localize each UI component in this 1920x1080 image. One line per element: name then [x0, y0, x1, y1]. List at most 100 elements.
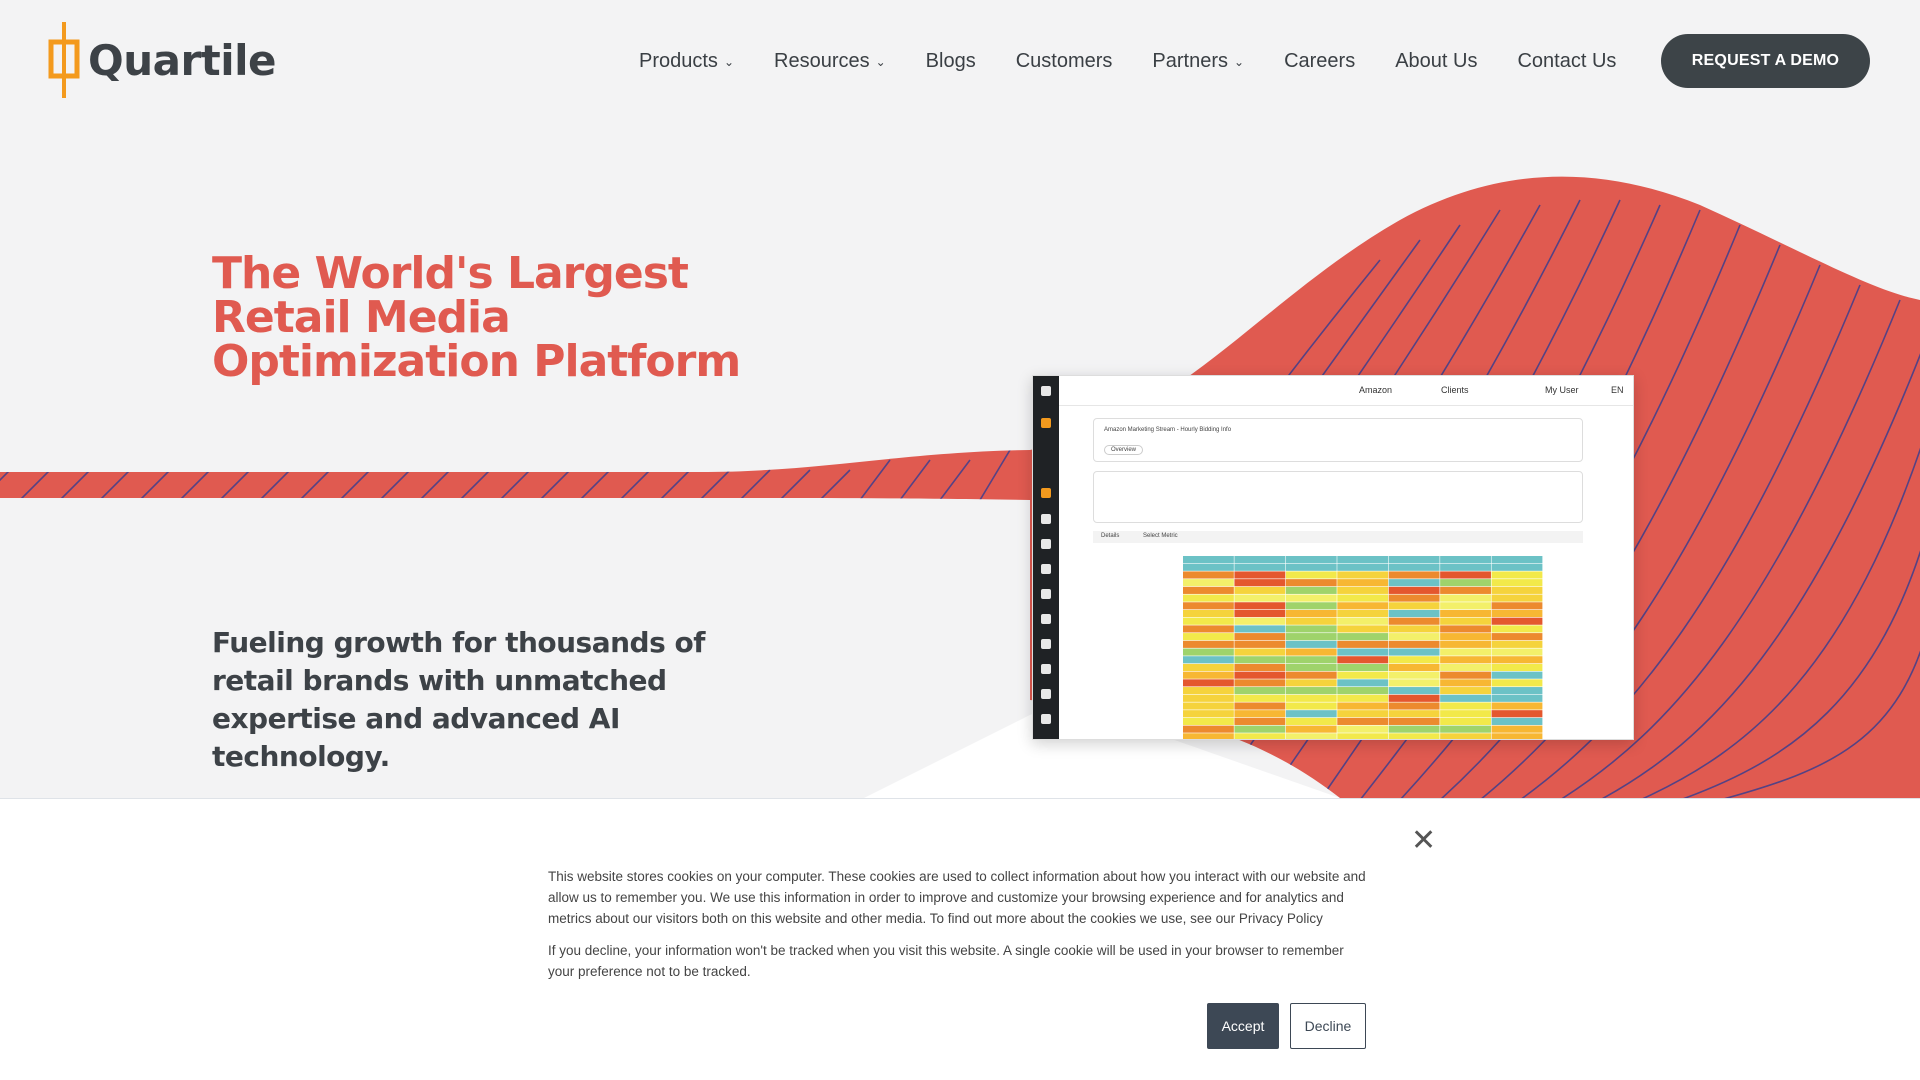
- heatmap-cell: [1183, 556, 1234, 564]
- heatmap-cell: [1234, 663, 1286, 672]
- quartile-logo-icon: [48, 22, 80, 98]
- heatmap-cell: [1285, 571, 1337, 579]
- nav-contact-us[interactable]: Contact Us: [1517, 50, 1616, 73]
- heatmap-cell: [1285, 633, 1337, 641]
- heatmap-cell: [1440, 556, 1491, 564]
- decline-button[interactable]: Decline: [1290, 1003, 1366, 1049]
- heatmap-cell: [1183, 633, 1234, 641]
- heatmap-cell: [1234, 571, 1286, 579]
- heatmap-cell: [1440, 586, 1491, 594]
- request-demo-button[interactable]: REQUEST A DEMO: [1661, 34, 1870, 88]
- heatmap-cell: [1183, 671, 1234, 679]
- heatmap-cell: [1285, 594, 1337, 602]
- nav-label: About Us: [1395, 50, 1478, 72]
- close-icon[interactable]: ✕: [1411, 826, 1436, 856]
- heatmap-cell: [1440, 733, 1491, 739]
- heatmap-cell: [1234, 602, 1286, 610]
- logo[interactable]: Quartile: [48, 22, 277, 98]
- heatmap-cell: [1388, 633, 1440, 641]
- heatmap-cell: [1285, 609, 1337, 618]
- heatmap-cell: [1183, 656, 1234, 664]
- heatmap-cell: [1388, 694, 1440, 702]
- heatmap-cell: [1491, 556, 1543, 564]
- nav-resources[interactable]: Resources ⌄: [774, 50, 886, 73]
- heatmap-cell: [1388, 656, 1440, 664]
- heatmap-cell: [1440, 717, 1491, 725]
- heatmap-cell: [1337, 571, 1389, 579]
- accept-button[interactable]: Accept: [1207, 1003, 1279, 1049]
- dash-language: EN: [1611, 385, 1624, 395]
- dash-user: My User: [1545, 385, 1579, 395]
- heatmap-cell: [1183, 687, 1234, 695]
- dashboard-details-bar: Details Select Metric: [1093, 531, 1583, 543]
- heatmap-cell: [1234, 556, 1286, 564]
- heatmap-cell: [1388, 625, 1440, 633]
- heatmap-cell: [1234, 733, 1286, 739]
- heatmap-cell: [1491, 656, 1543, 664]
- heatmap-cell: [1440, 633, 1491, 641]
- heatmap-cell: [1388, 679, 1440, 687]
- heatmap-cell: [1491, 602, 1543, 610]
- hero-subtitle: Fueling growth for thousands of retail b…: [212, 626, 705, 773]
- heatmap-cell: [1440, 609, 1491, 618]
- heatmap-cell: [1234, 617, 1286, 625]
- heatmap-cell: [1337, 586, 1389, 594]
- heatmap-cell: [1388, 687, 1440, 695]
- dash-select-metric: Select Metric: [1143, 533, 1178, 539]
- heatmap-cell: [1388, 579, 1440, 587]
- heatmap-cell: [1440, 640, 1491, 648]
- heatmap-cell: [1337, 725, 1389, 733]
- nav-products[interactable]: Products ⌄: [639, 50, 734, 73]
- heatmap-cell: [1285, 733, 1337, 739]
- nav-label: Products: [639, 50, 718, 72]
- heatmap-cell: [1337, 733, 1389, 739]
- dashboard-sidebar: [1033, 376, 1059, 739]
- nav-label: Contact Us: [1517, 50, 1617, 72]
- heatmap-cell: [1388, 640, 1440, 648]
- heatmap-cell: [1183, 640, 1234, 648]
- heatmap-cell: [1440, 594, 1491, 602]
- heatmap-cell: [1183, 694, 1234, 702]
- heatmap-cell: [1337, 625, 1389, 633]
- heatmap-cell: [1234, 687, 1286, 695]
- heatmap-cell: [1440, 617, 1491, 625]
- heatmap-cell: [1491, 710, 1543, 718]
- nav-careers[interactable]: Careers: [1284, 50, 1355, 73]
- heatmap-cell: [1285, 617, 1337, 625]
- heatmap-cell: [1337, 640, 1389, 648]
- heatmap-cell: [1491, 725, 1543, 733]
- heatmap-cell: [1388, 725, 1440, 733]
- heatmap-cell: [1183, 609, 1234, 618]
- nav-blogs[interactable]: Blogs: [926, 50, 976, 73]
- nav-about-us[interactable]: About Us: [1395, 50, 1477, 73]
- heatmap-cell: [1285, 694, 1337, 702]
- heatmap-cell: [1491, 571, 1543, 579]
- heatmap-cell: [1183, 586, 1234, 594]
- dash-clients: Clients: [1441, 385, 1469, 395]
- heatmap-cell: [1491, 609, 1543, 618]
- heatmap-cell: [1491, 663, 1543, 672]
- heatmap-cell: [1285, 671, 1337, 679]
- dashboard-preview: Amazon Clients My User EN Amazon Marketi…: [1032, 375, 1634, 740]
- nav-label: Resources: [774, 50, 870, 72]
- heatmap-cell: [1440, 656, 1491, 664]
- chevron-down-icon: ⌄: [875, 54, 886, 69]
- nav-partners[interactable]: Partners ⌄: [1152, 50, 1244, 73]
- dash-details-label: Details: [1101, 533, 1120, 539]
- heatmap-cell: [1234, 656, 1286, 664]
- heatmap-cell: [1183, 563, 1234, 571]
- heatmap-cell: [1440, 663, 1491, 672]
- heatmap-cell: [1491, 617, 1543, 625]
- nav-customers[interactable]: Customers: [1016, 50, 1113, 73]
- heatmap-cell: [1285, 717, 1337, 725]
- heatmap-cell: [1234, 609, 1286, 618]
- heatmap-cell: [1234, 640, 1286, 648]
- heatmap-cell: [1440, 602, 1491, 610]
- heatmap-cell: [1234, 563, 1286, 571]
- heatmap-cell: [1388, 563, 1440, 571]
- heatmap-cell: [1388, 717, 1440, 725]
- heatmap-cell: [1234, 725, 1286, 733]
- heatmap-cell: [1337, 648, 1389, 656]
- heatmap-cell: [1440, 702, 1491, 710]
- heatmap-cell: [1183, 663, 1234, 672]
